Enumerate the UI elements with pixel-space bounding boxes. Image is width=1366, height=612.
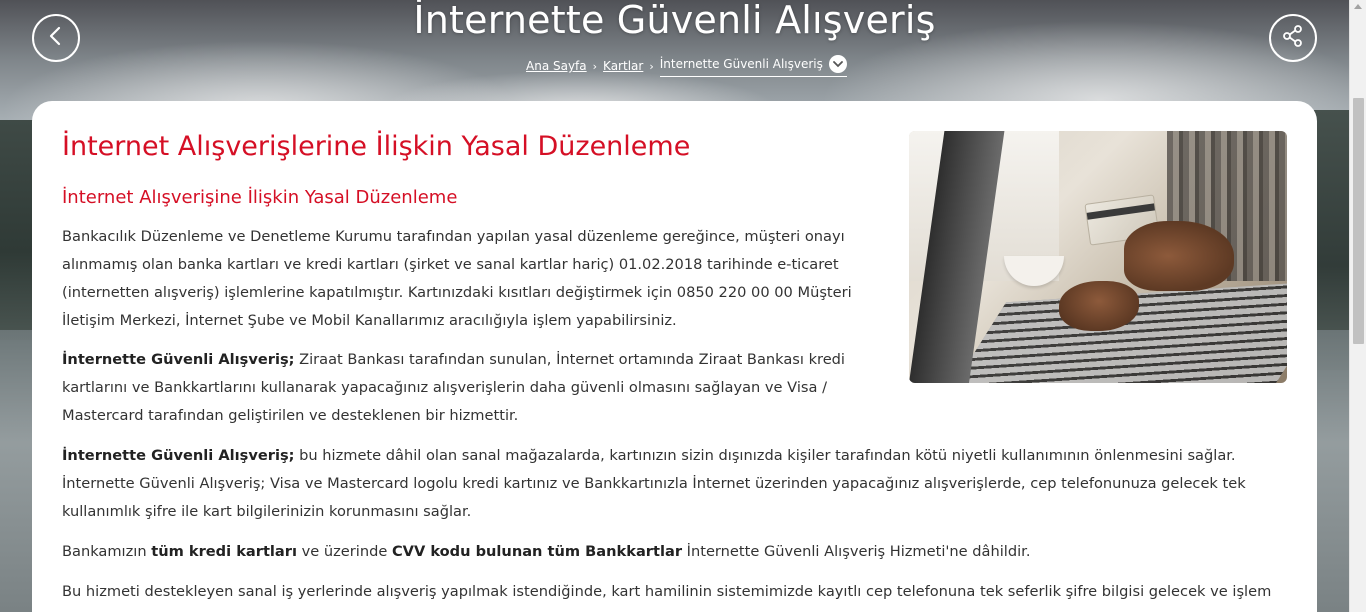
paragraph-bold: tüm kredi kartları <box>151 543 297 560</box>
share-button[interactable] <box>1269 14 1317 62</box>
paragraph-text: Bankamızın <box>62 543 152 560</box>
paragraph-bold: CVV kodu bulunan tüm Bankkartlar <box>391 543 683 560</box>
breadcrumb: Ana Sayfa › Kartlar › İnternette Güvenli… <box>526 55 847 77</box>
content-card: İnternet Alışverişlerine İlişkin Yasal D… <box>32 101 1317 612</box>
paragraph-text: İnternette Güvenli Alışveriş Hizmeti'ne … <box>682 543 1031 560</box>
breadcrumb-home-link[interactable]: Ana Sayfa <box>526 59 587 73</box>
breadcrumb-current-label: İnternette Güvenli Alışveriş <box>659 57 823 71</box>
paragraph-legal-regulation: Bankacılık Düzenleme ve Denetleme Kurumu… <box>62 228 852 329</box>
chevron-right-icon: › <box>649 59 654 73</box>
paragraph-text: ve üzerinde <box>296 543 392 560</box>
breadcrumb-current-dropdown[interactable]: İnternette Güvenli Alışveriş <box>659 55 847 77</box>
page-title: İnternette Güvenli Alışveriş <box>413 0 936 42</box>
scroll-up-icon[interactable] <box>1354 4 1362 9</box>
paragraph-bold-lead: İnternette Güvenli Alışveriş; <box>62 351 295 368</box>
chevron-right-icon: › <box>592 59 598 73</box>
paragraph-bold-lead: İnternette Güvenli Alışveriş; <box>62 447 295 464</box>
chevron-down-icon <box>828 55 847 73</box>
share-icon <box>1282 25 1304 51</box>
paragraph-otp: Bu hizmeti destekleyen sanal iş yerlerin… <box>62 583 1272 612</box>
paragraph-service-description: İnternette Güvenli Alışveriş; Ziraat Ban… <box>62 346 872 430</box>
hero-image-laptop-shopping <box>909 131 1287 383</box>
section-subtitle: İnternet Alışverişine İlişkin Yasal Düze… <box>62 187 458 208</box>
scrollbar-thumb[interactable] <box>1353 98 1364 344</box>
paragraph-included-cards: Bankamızın tüm kredi kartları ve üzerind… <box>62 538 1287 566</box>
page-scrollbar[interactable] <box>1349 0 1366 612</box>
paragraph-protection: İnternette Güvenli Alışveriş; bu hizmete… <box>62 442 1287 526</box>
section-title: İnternet Alışverişlerine İlişkin Yasal D… <box>62 131 691 162</box>
breadcrumb-cards-link[interactable]: Kartlar <box>603 59 643 73</box>
